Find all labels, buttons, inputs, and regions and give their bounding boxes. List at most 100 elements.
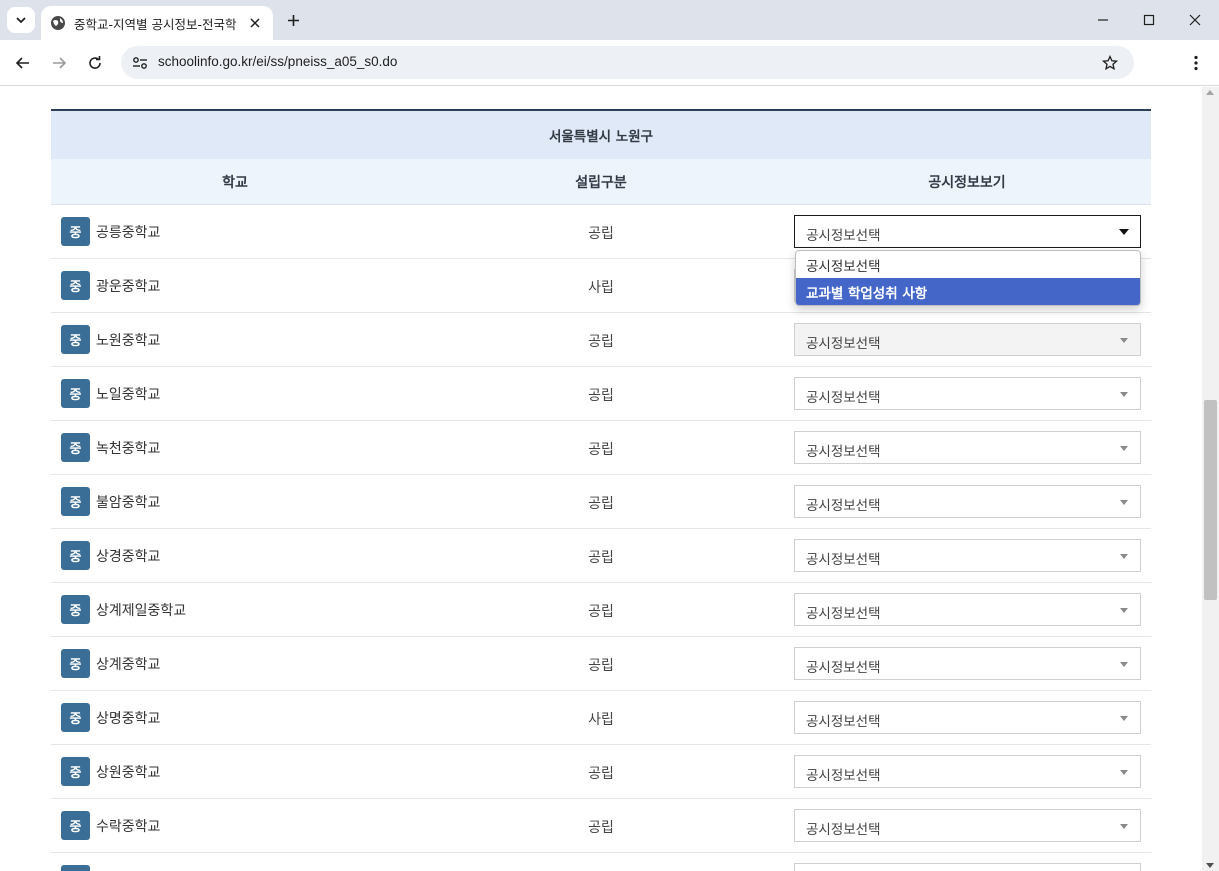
back-button[interactable] bbox=[11, 51, 35, 75]
disclosure-select[interactable]: 공시정보선택 bbox=[794, 539, 1141, 572]
school-name-link[interactable]: 노일중학교 bbox=[96, 384, 160, 404]
school-name-link[interactable]: 상원중학교 bbox=[96, 762, 160, 782]
bookmark-button[interactable] bbox=[1100, 53, 1120, 73]
dropdown-option-highlighted[interactable]: 교과별 학업성취 사항 bbox=[796, 278, 1140, 305]
table-header: 학교 설립구분 공시정보보기 bbox=[51, 159, 1151, 205]
select-value: 공시정보선택 bbox=[806, 552, 881, 568]
select-value: 공시정보선택 bbox=[806, 714, 881, 730]
school-level-badge: 중 bbox=[61, 217, 90, 246]
table-row: 중 수락중학교 공립 공시정보선택 bbox=[51, 799, 1151, 853]
disclosure-select[interactable]: 공시정보선택 bbox=[794, 215, 1141, 248]
school-type: 공립 bbox=[588, 658, 614, 674]
scroll-up-arrow-icon[interactable] bbox=[1206, 90, 1214, 95]
page-scrollbar[interactable] bbox=[1202, 87, 1219, 871]
close-icon bbox=[250, 18, 260, 28]
school-table: 서울특별시 노원구 학교 설립구분 공시정보보기 중 공릉중학교 공립 공시정보… bbox=[51, 109, 1151, 871]
school-name-link[interactable]: 상경중학교 bbox=[96, 546, 160, 566]
disclosure-select[interactable]: 공시정보선택 bbox=[794, 809, 1141, 842]
school-type: 공립 bbox=[588, 550, 614, 566]
forward-button[interactable] bbox=[47, 51, 71, 75]
active-tab[interactable]: 중학교-지역별 공시정보-전국학 bbox=[41, 6, 273, 40]
reload-icon bbox=[89, 56, 101, 69]
scrollbar-thumb[interactable] bbox=[1204, 400, 1217, 600]
select-value: 공시정보선택 bbox=[806, 660, 881, 676]
reload-button[interactable] bbox=[83, 51, 107, 75]
school-level-badge: 중 bbox=[61, 433, 90, 462]
table-row: 중 노일중학교 공립 공시정보선택 bbox=[51, 367, 1151, 421]
select-value: 공시정보선택 bbox=[806, 336, 881, 352]
url-text: schoolinfo.go.kr/ei/ss/pneiss_a05_s0.do bbox=[158, 54, 398, 69]
chevron-down-icon bbox=[16, 17, 26, 24]
arrow-left-icon bbox=[15, 57, 29, 69]
disclosure-select[interactable]: 공시정보선택 bbox=[794, 593, 1141, 626]
school-name-link[interactable]: 노원중학교 bbox=[96, 330, 160, 350]
school-type: 공립 bbox=[588, 496, 614, 512]
maximize-button[interactable] bbox=[1135, 7, 1163, 33]
disclosure-select[interactable]: 공시정보선택 bbox=[794, 755, 1141, 788]
caret-down-icon bbox=[1120, 824, 1128, 829]
school-type: 공립 bbox=[588, 604, 614, 620]
table-row: 중 노원중학교 공립 공시정보선택 bbox=[51, 313, 1151, 367]
header-disclosure: 공시정보보기 bbox=[928, 174, 1006, 191]
school-level-badge: 중 bbox=[61, 271, 90, 300]
minimize-button[interactable] bbox=[1089, 7, 1117, 33]
disclosure-select[interactable]: 공시정보선택 bbox=[794, 485, 1141, 518]
caret-down-icon bbox=[1120, 338, 1128, 343]
scroll-down-arrow-icon[interactable] bbox=[1206, 863, 1214, 868]
tab-search-button[interactable] bbox=[7, 7, 35, 33]
disclosure-select[interactable]: 공시정보선택 bbox=[794, 431, 1141, 464]
maximize-icon bbox=[1143, 14, 1155, 26]
school-name-link[interactable]: 상계제일중학교 bbox=[96, 600, 186, 620]
school-type: 사립 bbox=[588, 280, 614, 296]
school-level-badge: 중 bbox=[61, 379, 90, 408]
tab-close-button[interactable] bbox=[246, 14, 264, 32]
caret-down-icon bbox=[1120, 716, 1128, 721]
caret-down-icon bbox=[1120, 392, 1128, 397]
globe-icon bbox=[51, 16, 65, 30]
school-level-badge: 중 bbox=[61, 703, 90, 732]
table-row: 중 상명중학교 사립 공시정보선택 bbox=[51, 691, 1151, 745]
disclosure-select[interactable] bbox=[794, 863, 1141, 871]
table-row-partial bbox=[51, 853, 1151, 871]
school-type: 공립 bbox=[588, 766, 614, 782]
school-type: 사립 bbox=[588, 712, 614, 728]
school-name-link[interactable]: 상명중학교 bbox=[96, 708, 160, 728]
region-title: 서울특별시 노원구 bbox=[51, 109, 1151, 159]
disclosure-select[interactable]: 공시정보선택 bbox=[794, 377, 1141, 410]
tune-icon bbox=[133, 57, 147, 69]
more-vert-icon bbox=[1194, 55, 1198, 71]
school-name-link[interactable]: 상계중학교 bbox=[96, 654, 160, 674]
header-type: 설립구분 bbox=[575, 174, 627, 191]
caret-down-icon bbox=[1120, 770, 1128, 775]
address-bar[interactable]: schoolinfo.go.kr/ei/ss/pneiss_a05_s0.do bbox=[121, 46, 1134, 79]
dropdown-option[interactable]: 공시정보선택 bbox=[796, 251, 1140, 278]
select-value: 공시정보선택 bbox=[806, 228, 881, 244]
browser-tab-strip: 중학교-지역별 공시정보-전국학 bbox=[0, 0, 1219, 40]
disclosure-select[interactable]: 공시정보선택 bbox=[794, 647, 1141, 680]
caret-down-icon bbox=[1120, 662, 1128, 667]
window-close-button[interactable] bbox=[1181, 7, 1209, 33]
school-name-link[interactable]: 수락중학교 bbox=[96, 816, 160, 836]
minimize-icon bbox=[1098, 19, 1108, 21]
disclosure-select[interactable]: 공시정보선택 bbox=[794, 323, 1141, 356]
caret-down-icon bbox=[1119, 229, 1129, 235]
school-name-link[interactable]: 공릉중학교 bbox=[96, 222, 160, 242]
school-level-badge: 중 bbox=[61, 757, 90, 786]
school-name-link[interactable]: 불암중학교 bbox=[96, 492, 160, 512]
school-level-badge: 중 bbox=[61, 325, 90, 354]
school-name-link[interactable]: 광운중학교 bbox=[96, 276, 160, 296]
table-row: 중 상계중학교 공립 공시정보선택 bbox=[51, 637, 1151, 691]
table-row: 중 불암중학교 공립 공시정보선택 bbox=[51, 475, 1151, 529]
page-viewport: 서울특별시 노원구 학교 설립구분 공시정보보기 중 공릉중학교 공립 공시정보… bbox=[0, 87, 1202, 871]
caret-down-icon bbox=[1120, 446, 1128, 451]
select-value: 공시정보선택 bbox=[806, 498, 881, 514]
star-icon bbox=[1102, 55, 1118, 71]
browser-menu-button[interactable] bbox=[1186, 51, 1206, 75]
table-row: 중 상원중학교 공립 공시정보선택 bbox=[51, 745, 1151, 799]
school-level-badge bbox=[61, 865, 90, 871]
site-info-button[interactable] bbox=[131, 54, 149, 72]
disclosure-select[interactable]: 공시정보선택 bbox=[794, 701, 1141, 734]
new-tab-button[interactable] bbox=[282, 9, 304, 31]
school-name-link[interactable]: 녹천중학교 bbox=[96, 438, 160, 458]
plus-icon bbox=[287, 14, 299, 26]
